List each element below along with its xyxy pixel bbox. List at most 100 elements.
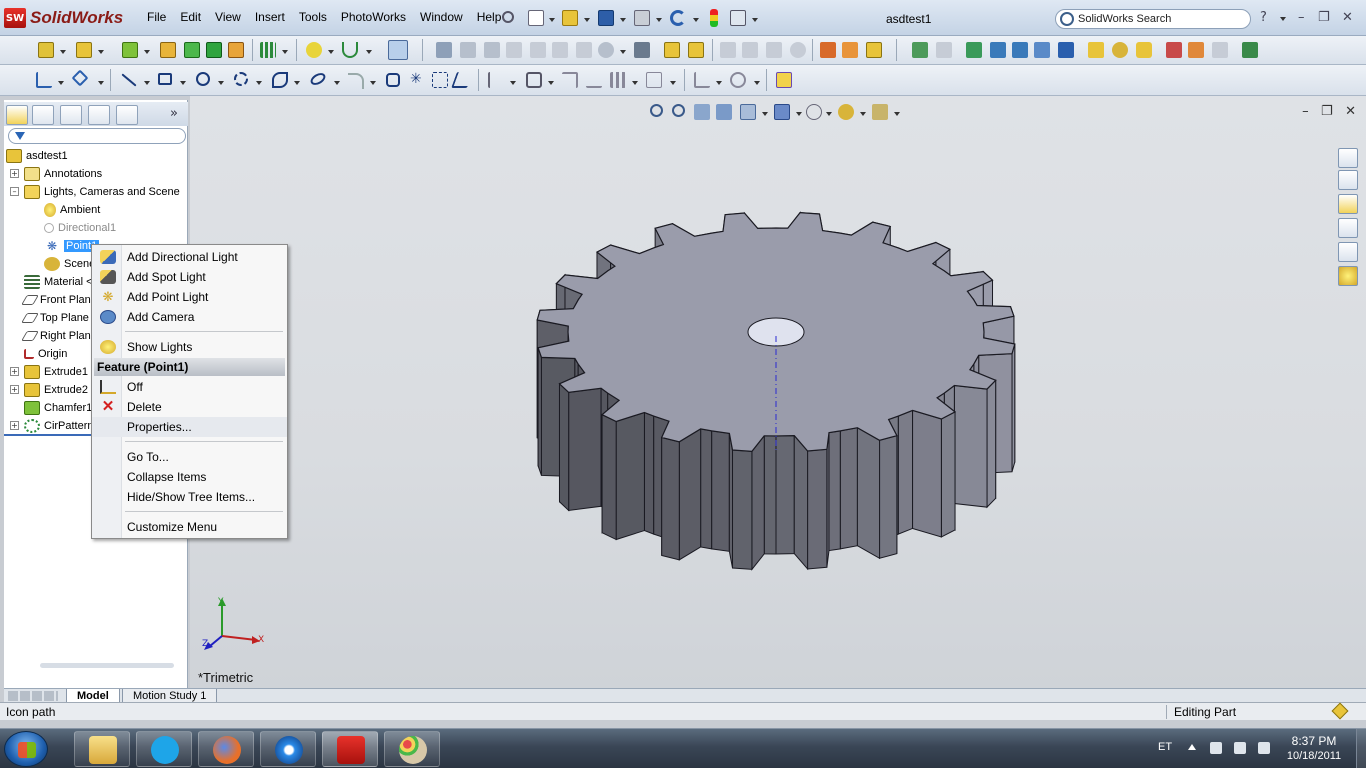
tree-root[interactable]: asdtest1 [6, 147, 68, 165]
render-icon[interactable] [966, 42, 982, 58]
parting-line-icon[interactable] [936, 42, 952, 58]
collapse-lights-icon[interactable]: – [10, 187, 19, 196]
sketched-bend-icon[interactable] [576, 42, 592, 58]
clock-time[interactable]: 8:37 PM [1282, 734, 1346, 748]
tab-feature-tree[interactable] [6, 105, 28, 125]
fillet-sketch-icon[interactable] [348, 73, 364, 89]
shell-icon[interactable] [160, 42, 176, 58]
break-corner-icon[interactable] [790, 42, 806, 58]
menu-collapse-items[interactable]: Collapse Items [92, 467, 287, 487]
gear-side-face[interactable] [856, 426, 881, 560]
options-icon[interactable] [730, 10, 746, 26]
line-icon[interactable] [121, 73, 137, 87]
tree-item-chamfer1[interactable]: Chamfer1 [24, 399, 92, 417]
help-icon[interactable]: ? [1260, 10, 1267, 25]
tree-item-directional1[interactable]: Directional1 [44, 219, 116, 237]
menu-add-spot-light[interactable]: Add Spot Light [92, 267, 287, 287]
reference-geometry-icon[interactable] [306, 42, 322, 58]
offset-entities-icon[interactable] [526, 72, 542, 88]
close-icon[interactable]: ✕ [1342, 10, 1353, 25]
menu-hide-show-tree-items[interactable]: Hide/Show Tree Items... [92, 487, 287, 507]
gear-side-face[interactable] [807, 448, 828, 570]
gear-side-face[interactable] [661, 436, 680, 561]
flatten-icon[interactable] [664, 42, 680, 58]
construction-geometry-icon[interactable] [432, 72, 448, 88]
minimize-icon[interactable]: – [1298, 10, 1305, 25]
gear-side-face[interactable] [732, 449, 753, 570]
gear-side-face[interactable] [537, 347, 542, 476]
taskbar-internet-explorer[interactable] [260, 731, 316, 767]
gear-side-face[interactable] [643, 411, 655, 535]
gear-side-face[interactable] [828, 430, 841, 552]
gear-side-face[interactable] [793, 434, 809, 571]
tree-item-scene[interactable]: Scene [44, 255, 95, 273]
gear-side-face[interactable] [700, 428, 713, 550]
ellipse-icon[interactable] [308, 70, 328, 88]
menu-file[interactable]: File [140, 10, 173, 24]
insert-bends-icon[interactable] [742, 42, 758, 58]
toolbox-icon[interactable] [1166, 42, 1182, 58]
restore-icon[interactable]: ❐ [1318, 10, 1330, 25]
rib-icon[interactable] [184, 42, 200, 58]
sketch-pattern-icon[interactable] [610, 72, 626, 88]
menu-customize[interactable]: Customize Menu [92, 517, 287, 537]
text-icon[interactable] [451, 72, 473, 88]
gear-side-face[interactable] [940, 411, 956, 538]
decal-icon[interactable] [1136, 42, 1152, 58]
wrap-icon[interactable] [228, 42, 244, 58]
miter-flange-icon[interactable] [506, 42, 522, 58]
expand-extrude2-icon[interactable]: + [10, 385, 19, 394]
curves-icon[interactable] [342, 42, 358, 58]
show-hidden-icons[interactable] [1188, 744, 1196, 750]
menu-delete[interactable]: ✕ Delete [92, 397, 287, 417]
menu-add-point-light[interactable]: ❋ Add Point Light [92, 287, 287, 307]
fillet-icon[interactable] [122, 42, 138, 58]
gear-side-face[interactable] [775, 435, 795, 555]
tree-item-front-plane[interactable]: Front Plan [21, 291, 91, 309]
unfold-icon[interactable] [634, 42, 650, 58]
tree-item-extrude1[interactable]: Extrude1 [24, 363, 88, 381]
display-relations-icon[interactable] [694, 72, 710, 88]
tree-item-ambient[interactable]: Ambient [44, 201, 100, 219]
taskbar-paint[interactable] [384, 731, 440, 767]
tree-item-lights-cameras-scene[interactable]: Lights, Cameras and Scene [24, 183, 180, 201]
menu-off[interactable]: Off [92, 377, 287, 397]
tree-item-extrude2[interactable]: Extrude2 [24, 381, 88, 399]
structural-member-icon[interactable] [842, 42, 858, 58]
arc-icon[interactable] [234, 72, 248, 86]
taskbar-skype[interactable] [136, 731, 192, 767]
no-bends-icon[interactable] [688, 42, 704, 58]
weldments-icon[interactable] [820, 42, 836, 58]
gear-side-face[interactable] [912, 409, 942, 538]
tab-dimxpert-manager[interactable] [88, 105, 110, 125]
menu-tools[interactable]: Tools [292, 10, 334, 24]
gear-side-face[interactable] [558, 382, 570, 512]
hem-icon[interactable] [530, 42, 546, 58]
edge-flange-icon[interactable] [484, 42, 500, 58]
expand-annotations-icon[interactable]: + [10, 169, 19, 178]
trim-extend-icon[interactable] [866, 42, 882, 58]
linear-pattern-icon[interactable] [260, 42, 276, 58]
taskbar-explorer[interactable] [74, 731, 130, 767]
gear-side-face[interactable] [601, 413, 617, 541]
tree-item-top-plane[interactable]: Top Plane [21, 309, 89, 327]
pin-icon[interactable] [502, 11, 514, 23]
solidworks-logo[interactable]: SW SolidWorks [4, 6, 123, 30]
spline-icon[interactable] [272, 72, 288, 88]
menu-photoworks[interactable]: PhotoWorks [334, 10, 413, 24]
menu-window[interactable]: Window [413, 10, 470, 24]
print-icon[interactable] [634, 10, 650, 26]
gear-side-face[interactable] [839, 427, 858, 550]
tab-model[interactable]: Model [66, 689, 120, 703]
sheet-metal-icon[interactable] [436, 42, 452, 58]
sheet-metal-base-flange-icon[interactable] [460, 42, 476, 58]
extruded-boss-icon[interactable] [38, 42, 54, 58]
scroll-thumb[interactable] [40, 663, 174, 668]
tab-configuration-manager[interactable] [60, 105, 82, 125]
tree-filter-input[interactable] [8, 128, 186, 144]
menu-add-camera[interactable]: Add Camera [92, 307, 287, 327]
scene-manager-icon[interactable] [1112, 42, 1128, 58]
menu-add-directional-light[interactable]: Add Directional Light [92, 247, 287, 267]
gear-side-face[interactable] [879, 435, 898, 559]
gear-side-face[interactable] [763, 435, 777, 555]
